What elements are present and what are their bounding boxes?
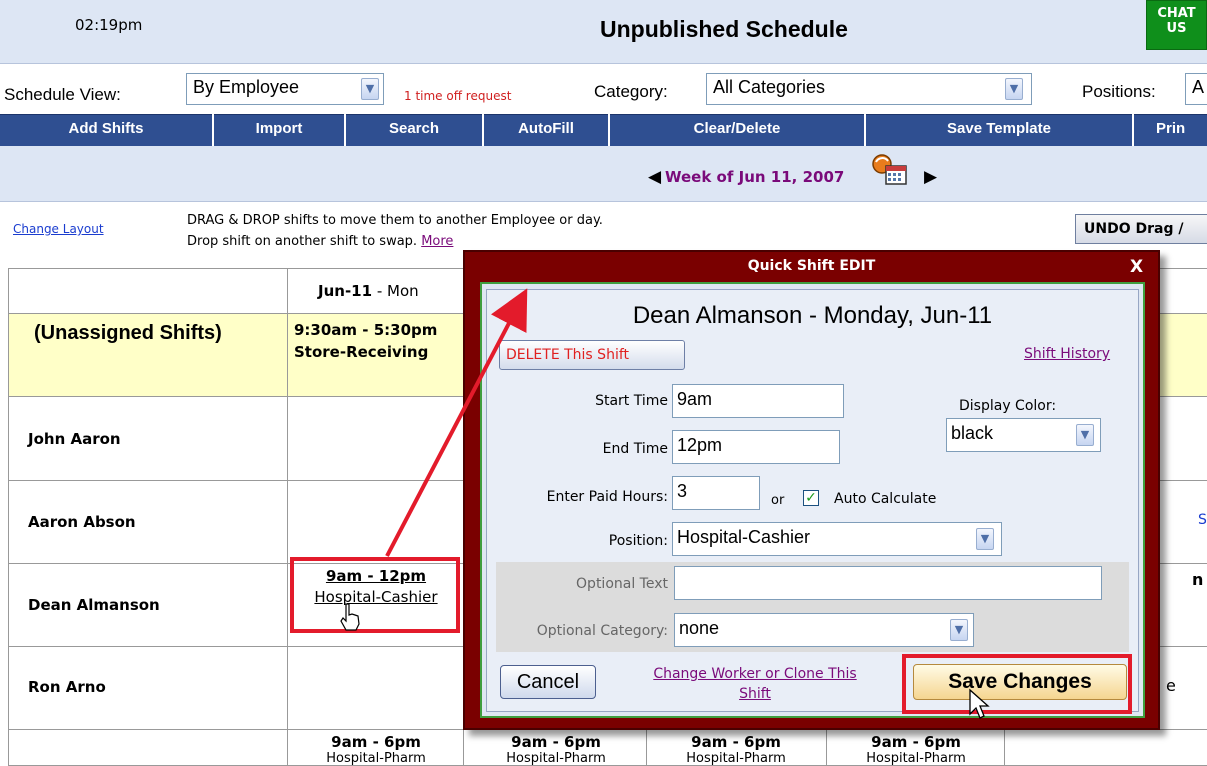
annotation-arrow [385, 288, 528, 557]
